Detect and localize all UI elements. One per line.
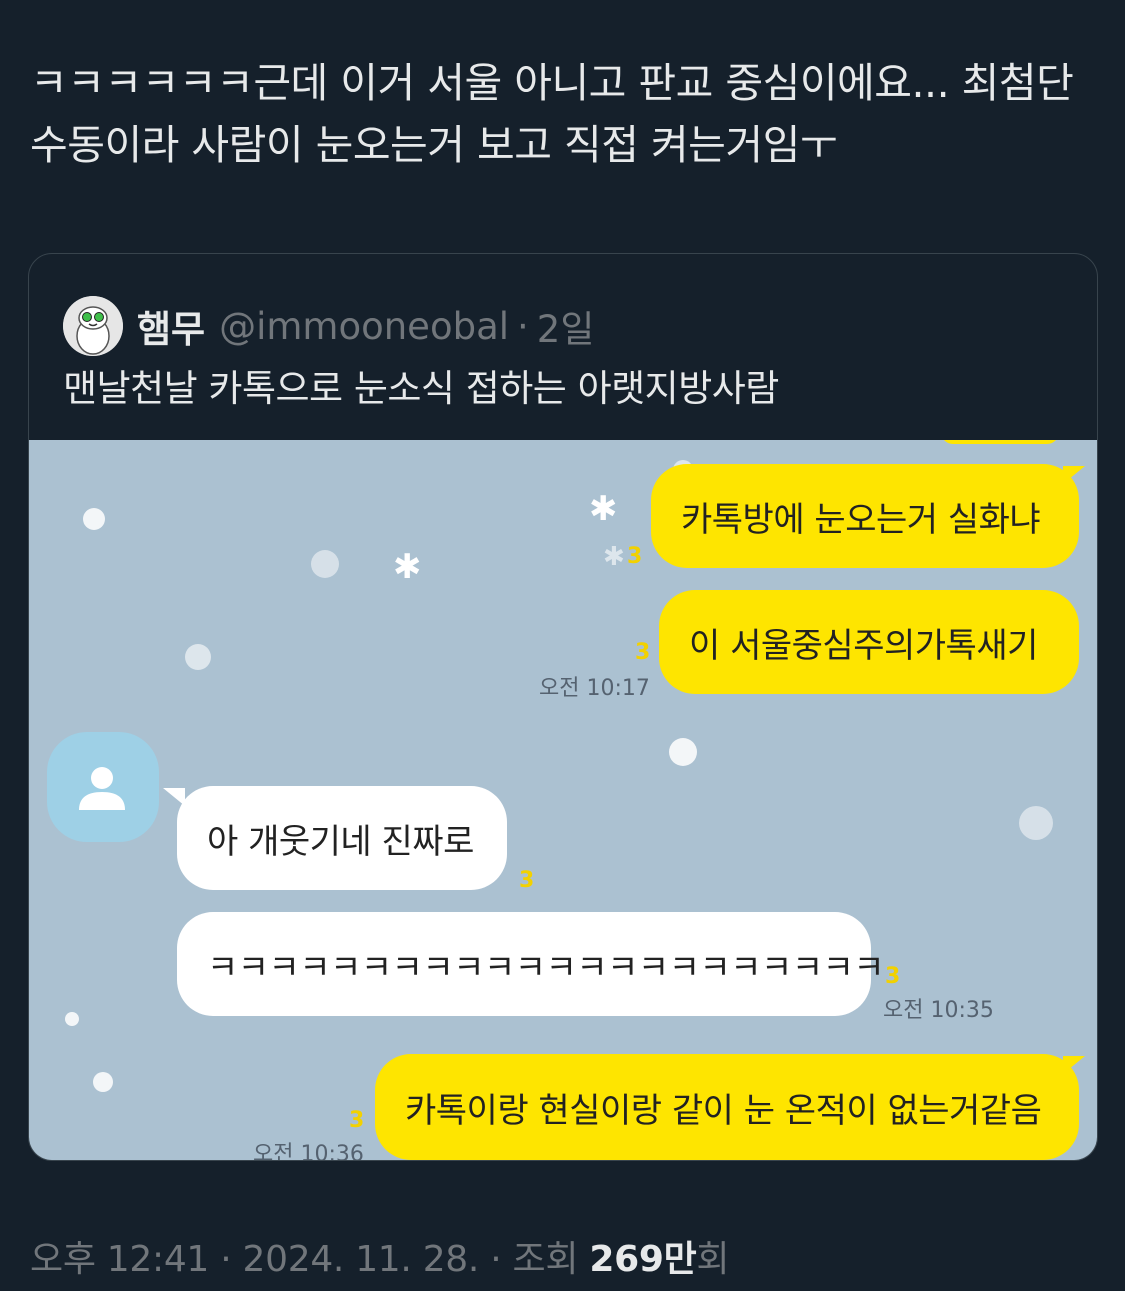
quoted-tweet[interactable]: 햄무 @immooneobal · 2일 맨날천날 카톡으로 눈소식 접하는 아… <box>28 253 1098 1161</box>
unread-count: 3 <box>635 640 651 665</box>
snowflake-icon <box>65 1012 79 1026</box>
quote-text: 맨날천날 카톡으로 눈소식 접하는 아랫지방사람 <box>63 367 779 410</box>
message-bubble-received[interactable]: 아 개웃기네 진짜로 <box>177 786 507 890</box>
snowflake-icon: ✱ <box>393 547 422 587</box>
avatar-image <box>63 296 123 356</box>
snowflake-icon <box>83 508 105 530</box>
separator-dot: · <box>220 1239 232 1280</box>
bubble-tail <box>1063 466 1085 484</box>
user-icon <box>79 767 125 810</box>
quote-header: 햄무 @immooneobal · 2일 <box>63 294 594 358</box>
message-timestamp: 오전 10:35 <box>883 998 994 1023</box>
tweet-meta: 오후 12:41 · 2024. 11. 28. · 조회 269만회 <box>30 1230 730 1282</box>
message-bubble-received[interactable]: ㅋㅋㅋㅋㅋㅋㅋㅋㅋㅋㅋㅋㅋㅋㅋㅋㅋㅋㅋㅋㅋㅋ <box>177 912 885 1016</box>
unread-count: 3 <box>627 544 643 569</box>
kakao-chat-image[interactable]: ✱ ✱ ✱ 카톡방에 눈오는거 실화냐 3 이 서울중심주의가톡새기 3 오전 … <box>29 440 1097 1160</box>
post-time[interactable]: 오후 12:41 <box>30 1239 209 1280</box>
separator-dot: · <box>517 304 529 348</box>
unread-count: 3 <box>519 868 535 893</box>
snowflake-icon: ✱ <box>603 542 625 572</box>
bubble-tail <box>163 788 185 806</box>
snowflake-icon <box>311 550 339 578</box>
message-bubble-partial <box>941 440 1059 444</box>
avatar[interactable] <box>63 296 123 356</box>
message-text: ㅋㅋㅋㅋㅋㅋㅋㅋㅋㅋㅋㅋㅋㅋㅋㅋㅋㅋㅋㅋㅋㅋ <box>207 947 885 988</box>
snowflake-icon <box>185 644 211 670</box>
message-bubble-sent[interactable]: 카톡방에 눈오는거 실화냐 <box>651 464 1079 568</box>
message-text: 카톡방에 눈오는거 실화냐 <box>681 499 1041 540</box>
separator-dot: · <box>490 1239 502 1280</box>
snowflake-icon: ✱ <box>589 489 618 529</box>
views-label: 조회 <box>512 1239 579 1280</box>
post-date[interactable]: 2024. 11. 28. <box>243 1239 480 1280</box>
tweet-text: ㅋㅋㅋㅋㅋㅋ근데 이거 서울 아니고 판교 중심이에요... 최첨단 수동이라 … <box>30 59 1074 169</box>
message-timestamp: 오전 10:36 <box>253 1142 364 1160</box>
snowflake-icon <box>93 1072 113 1092</box>
avatar[interactable] <box>47 732 159 842</box>
quote-author-handle[interactable]: @immooneobal <box>219 305 509 348</box>
unread-count: 3 <box>885 964 901 989</box>
message-bubble-sent[interactable]: 이 서울중심주의가톡새기 <box>659 590 1079 694</box>
message-bubble-sent[interactable]: 카톡이랑 현실이랑 같이 눈 온적이 없는거같음 <box>375 1054 1079 1160</box>
unread-count: 3 <box>349 1108 365 1133</box>
quote-author-name[interactable]: 햄무 <box>137 299 205 353</box>
message-text: 카톡이랑 현실이랑 같이 눈 온적이 없는거같음 <box>405 1090 1042 1131</box>
views-suffix: 회 <box>696 1239 730 1280</box>
quote-time[interactable]: 2일 <box>537 299 595 353</box>
message-text: 아 개웃기네 진짜로 <box>207 821 474 862</box>
message-timestamp: 오전 10:17 <box>539 676 650 701</box>
message-text: 이 서울중심주의가톡새기 <box>689 625 1038 666</box>
views-count: 269만 <box>589 1239 697 1280</box>
snowflake-icon <box>669 738 697 766</box>
bubble-tail <box>1063 1056 1085 1074</box>
snowflake-icon <box>1019 806 1053 840</box>
